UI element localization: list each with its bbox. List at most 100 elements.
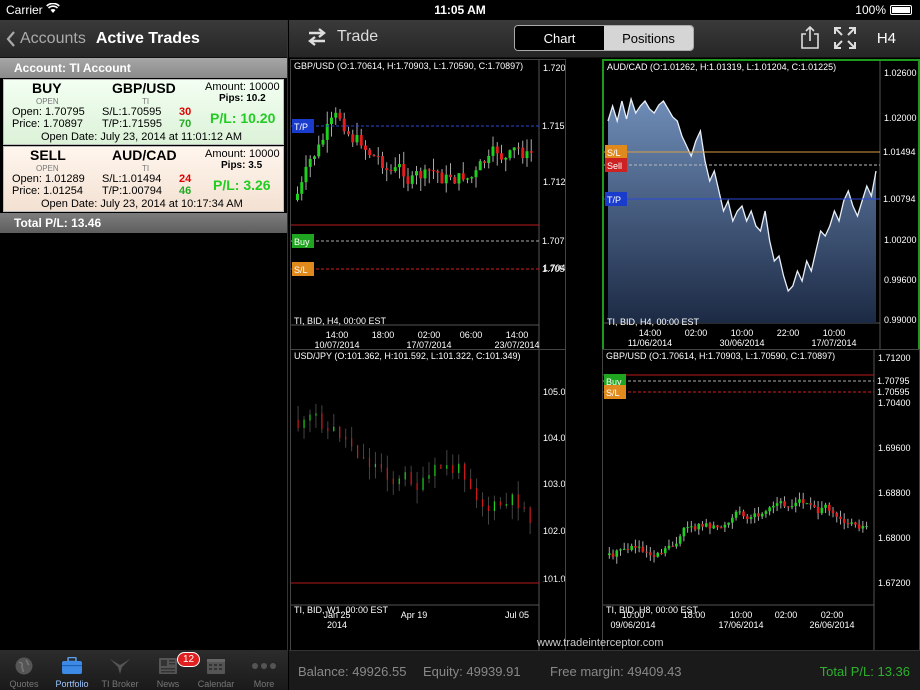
equity: Equity: 49939.91 (423, 664, 521, 679)
candle-body (410, 175, 414, 184)
total-pl-bar: Total P/L: 13.46 (0, 213, 287, 233)
chart-title: GBP/USD (O:1.70614, H:1.70903, L:1.70590… (294, 61, 524, 71)
chart-panel: Trade Chart Positions H4 1.720001.712001… (289, 20, 920, 690)
candle-body (500, 153, 503, 160)
trade-pips: Pips: 10.2 (219, 93, 266, 104)
candle-body (436, 171, 440, 173)
price-tick-label: 1.72000 (543, 63, 566, 73)
candle-body (304, 166, 308, 183)
candle-body (453, 177, 457, 184)
candle-body (466, 178, 469, 180)
trade-card-sell[interactable]: SELL OPEN AUD/CAD TI Amount: 10000 Pips:… (3, 146, 284, 212)
price-tick-label: 102.000 (543, 526, 566, 536)
candle-body (682, 527, 686, 537)
seg-chart[interactable]: Chart (515, 26, 604, 50)
candle-body (615, 550, 619, 557)
account-summary-bar: Balance: 49926.55 Equity: 49939.91 Free … (289, 650, 920, 690)
candle-body (775, 503, 779, 506)
candle-body (517, 147, 520, 149)
trade-price: Price: 1.01254 (12, 185, 83, 197)
tab-news[interactable]: 12 News (144, 650, 201, 690)
chevron-left-icon (6, 30, 15, 47)
account-header: Account: TI Account (0, 58, 287, 78)
candle-body (634, 545, 637, 548)
trade-label: Trade (337, 28, 379, 45)
candle-body (731, 517, 734, 523)
level-tag-label: S/L (607, 148, 621, 158)
chart-canvas[interactable]: 1.720001.712001.7040014:0010/07/201418:0… (291, 60, 566, 351)
candle-body (495, 146, 499, 154)
tab-label: News (156, 679, 180, 689)
candle-body (749, 517, 753, 519)
timeframe-selector[interactable]: H4 (877, 30, 896, 47)
time-tick-label: Jul 05 (505, 610, 529, 620)
website-link[interactable]: www.tradeinterceptor.com (537, 637, 664, 649)
battery-icon (890, 5, 912, 15)
tab-quotes[interactable]: Quotes (0, 650, 48, 690)
tab-more[interactable]: More (240, 650, 288, 690)
price-side-label: 1.70897 (542, 220, 566, 230)
candle-body (719, 527, 723, 529)
chart-gbpusd-h4[interactable]: 1.720001.712001.7040014:0010/07/201418:0… (290, 59, 566, 351)
candle-body (846, 522, 850, 524)
price-tick-label: 1.02600 (884, 68, 917, 78)
tab-label: Quotes (9, 679, 39, 689)
candle-body (393, 167, 397, 171)
candle-body (321, 139, 325, 145)
candle-body (376, 156, 380, 158)
briefcase-icon (61, 655, 83, 677)
price-side-label: 1.01289 (883, 160, 916, 170)
battery-percent: 100% (855, 3, 886, 17)
trade-card-buy[interactable]: BUY OPEN GBP/USD TI Amount: 10000 Pips: … (3, 79, 284, 145)
trade-tp: T/P:1.00794 (102, 185, 162, 197)
candle-body (656, 552, 660, 557)
share-icon[interactable] (800, 25, 820, 55)
candle-body (608, 553, 611, 555)
tab-ti-broker[interactable]: TI Broker (96, 650, 144, 690)
time-tick-label: 10:00 (731, 328, 754, 338)
trade-button[interactable]: Trade (307, 27, 378, 47)
candle-body (753, 513, 757, 518)
status-bar: Carrier 11:05 AM 100% (0, 0, 920, 20)
trade-pl: P/L: 10.20 (210, 110, 276, 126)
trade-tp-pips: 70 (179, 118, 192, 130)
price-tick-label: 1.68000 (878, 533, 911, 543)
trade-tp: T/P:1.71595 (102, 118, 162, 130)
candle-body (440, 172, 444, 184)
candle-body (801, 499, 805, 504)
chart-canvas[interactable]: 1.02600 1.02000 1.00200 0.99600 0.99000 14:00… (604, 61, 918, 349)
candle-body (470, 177, 474, 179)
accounts-back-button[interactable]: Accounts (6, 30, 86, 48)
candle-body (786, 506, 790, 508)
back-label: Accounts (20, 29, 86, 47)
seg-positions[interactable]: Positions (604, 26, 693, 50)
candle-body (783, 501, 786, 507)
candle-body (712, 525, 716, 529)
candle-body (671, 545, 674, 547)
chart-usdjpy-w1[interactable]: 105.000104.000103.000102.000101.000Jan 2… (290, 349, 566, 661)
date-tick-label: 26/06/2014 (809, 620, 854, 630)
chart-audcad-h4[interactable]: 1.02600 1.02000 1.00200 0.99600 0.99000 14:00… (602, 59, 920, 351)
chart-gbpusd-h8[interactable]: 1.71200 1.70400 1.69600 1.68800 1.68000 1.672… (602, 349, 920, 661)
candle-body (716, 525, 719, 528)
candle-body (351, 134, 355, 143)
candle-body (483, 161, 486, 163)
candle-body (693, 526, 697, 530)
candle-body (525, 151, 529, 159)
candle-body (675, 543, 678, 547)
candle-body (745, 516, 749, 519)
fullscreen-icon[interactable] (834, 27, 856, 54)
level-tag-label: T/P (607, 195, 621, 205)
candle-body (835, 513, 839, 517)
chart-footer: TI, BID, H4, 00:00 EST (294, 316, 387, 326)
candle-body (742, 511, 745, 517)
candle-body (402, 164, 406, 177)
candle-body (757, 513, 760, 517)
trade-side: SELL (30, 147, 66, 163)
price-side-label: 101.349 (542, 578, 566, 588)
candle-body (649, 552, 652, 556)
trade-open-date: Open Date: July 23, 2014 at 10:17:34 AM (41, 198, 243, 210)
chart-footer: TI, BID, W1, 00:00 EST (294, 605, 389, 615)
tab-calendar[interactable]: Calendar (192, 650, 240, 690)
tab-portfolio[interactable]: Portfolio (48, 650, 96, 690)
